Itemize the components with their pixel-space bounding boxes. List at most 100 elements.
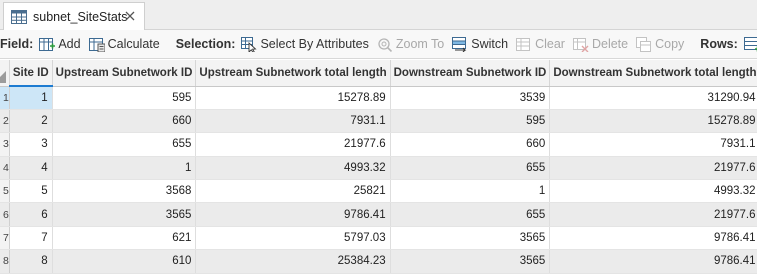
- row-number[interactable]: 3: [0, 132, 10, 157]
- calculate-field-icon: [88, 37, 105, 52]
- add-field-icon: [39, 37, 56, 51]
- downstream-length-cell[interactable]: 7931.1: [549, 132, 757, 157]
- table-row[interactable]: 3 3 655 21977.6 660 7931.1: [0, 132, 757, 157]
- row-number[interactable]: 6: [0, 202, 10, 227]
- tab-title: subnet_SiteStats: [33, 9, 128, 24]
- upstream-id-cell[interactable]: 595: [52, 86, 197, 110]
- downstream-length-cell[interactable]: 21977.6: [549, 202, 757, 227]
- clear-selection-label: Clear: [535, 37, 565, 51]
- calculate-field-button[interactable]: Calculate: [88, 37, 160, 52]
- table-row[interactable]: 7 7 621 5797.03 3565 9786.41: [0, 226, 757, 251]
- downstream-length-cell[interactable]: 15278.89: [549, 109, 757, 134]
- add-field-button[interactable]: Add: [39, 37, 81, 52]
- downstream-id-cell[interactable]: 655: [390, 156, 551, 181]
- table-header-row: Site ID Upstream Subnetwork ID Upstream …: [0, 60, 757, 87]
- table-row[interactable]: 5 5 3568 25821 1 4993.32: [0, 179, 757, 204]
- site-id-cell[interactable]: 1: [9, 86, 53, 110]
- close-icon[interactable]: [123, 9, 137, 23]
- rows-icon: [743, 36, 757, 51]
- zoom-to-label: Zoom To: [395, 37, 445, 51]
- delete-selection-label: Delete: [591, 37, 629, 51]
- select-by-attributes-icon: [241, 36, 258, 52]
- table-row[interactable]: 2 2 660 7931.1 595 15278.89: [0, 109, 757, 134]
- calculate-field-label: Calculate: [107, 37, 160, 51]
- downstream-id-cell[interactable]: 3565: [390, 226, 551, 251]
- tab-subnet-sitestats[interactable]: subnet_SiteStats: [3, 2, 145, 30]
- downstream-id-cell[interactable]: 3539: [390, 86, 551, 110]
- table-row[interactable]: 6 6 3565 9786.41 655 21977.6: [0, 202, 757, 227]
- site-id-cell[interactable]: 3: [9, 132, 53, 157]
- downstream-length-cell[interactable]: 9786.41: [549, 226, 757, 251]
- column-header-site-id[interactable]: Site ID: [9, 60, 53, 87]
- column-header-upstream-subnetwork-id[interactable]: Upstream Subnetwork ID: [52, 60, 197, 87]
- downstream-length-cell[interactable]: 21977.6: [549, 156, 757, 181]
- column-header-downstream-subnetwork-total-length[interactable]: Downstream Subnetwork total length: [549, 60, 757, 87]
- downstream-id-cell[interactable]: 595: [390, 109, 551, 134]
- column-header-upstream-subnetwork-total-length[interactable]: Upstream Subnetwork total length: [195, 60, 391, 87]
- upstream-length-cell[interactable]: 25821: [195, 179, 391, 204]
- upstream-length-cell[interactable]: 21977.6: [195, 132, 391, 157]
- downstream-length-cell[interactable]: 4993.32: [549, 179, 757, 204]
- upstream-length-cell[interactable]: 15278.89: [195, 86, 391, 110]
- table-toolbar: Field: Add Calculate Selection: Select B…: [0, 30, 757, 59]
- upstream-id-cell[interactable]: 1: [52, 156, 197, 181]
- switch-selection-label: Switch: [471, 37, 509, 51]
- column-header-downstream-subnetwork-id[interactable]: Downstream Subnetwork ID: [390, 60, 551, 87]
- upstream-id-cell[interactable]: 660: [52, 109, 197, 134]
- selection-label: Selection:: [175, 37, 236, 51]
- copy-selection-icon: [636, 36, 652, 52]
- rows-label: Rows:: [700, 37, 738, 51]
- site-id-cell[interactable]: 8: [9, 249, 53, 274]
- upstream-id-cell[interactable]: 3565: [52, 202, 197, 227]
- zoom-to-button[interactable]: Zoom To: [377, 37, 444, 52]
- upstream-id-cell[interactable]: 3568: [52, 179, 197, 204]
- row-number[interactable]: 4: [0, 156, 10, 181]
- table-row[interactable]: 8 8 610 25384.23 3565 9786.41: [0, 249, 757, 274]
- upstream-id-cell[interactable]: 655: [52, 132, 197, 157]
- add-field-label: Add: [58, 37, 81, 51]
- upstream-length-cell[interactable]: 9786.41: [195, 202, 391, 227]
- site-id-cell[interactable]: 7: [9, 226, 53, 251]
- copy-selection-button[interactable]: Copy: [636, 36, 685, 52]
- row-number[interactable]: 2: [0, 109, 10, 134]
- row-number[interactable]: 1: [0, 86, 10, 110]
- downstream-id-cell[interactable]: 655: [390, 202, 551, 227]
- upstream-id-cell[interactable]: 610: [52, 249, 197, 274]
- switch-selection-icon: [452, 36, 467, 52]
- row-number[interactable]: 7: [0, 226, 10, 251]
- downstream-length-cell[interactable]: 31290.94: [549, 86, 757, 110]
- upstream-length-cell[interactable]: 7931.1: [195, 109, 391, 134]
- zoom-to-icon: [378, 37, 392, 52]
- select-by-attributes-label: Select By Attributes: [260, 37, 369, 51]
- rows-menu-button[interactable]: [743, 36, 757, 52]
- select-all-triangle-icon: [0, 70, 6, 83]
- table-row[interactable]: 4 4 1 4993.32 655 21977.6: [0, 156, 757, 181]
- site-id-cell[interactable]: 4: [9, 156, 53, 181]
- downstream-id-cell[interactable]: 1: [390, 179, 551, 204]
- upstream-length-cell[interactable]: 25384.23: [195, 249, 391, 274]
- delete-selection-button[interactable]: Delete: [572, 37, 629, 52]
- downstream-id-cell[interactable]: 3565: [390, 249, 551, 274]
- downstream-length-cell[interactable]: 9786.41: [549, 249, 757, 274]
- site-id-cell[interactable]: 2: [9, 109, 53, 134]
- select-by-attributes-button[interactable]: Select By Attributes: [241, 36, 369, 52]
- tab-strip: subnet_SiteStats: [0, 0, 757, 30]
- table-icon: [11, 9, 27, 24]
- downstream-id-cell[interactable]: 660: [390, 132, 551, 157]
- upstream-id-cell[interactable]: 621: [52, 226, 197, 251]
- select-all-corner[interactable]: [0, 60, 10, 87]
- delete-selection-icon: [572, 37, 589, 52]
- upstream-length-cell[interactable]: 5797.03: [195, 226, 391, 251]
- clear-selection-icon: [516, 37, 531, 51]
- clear-selection-button[interactable]: Clear: [516, 37, 565, 52]
- row-number[interactable]: 8: [0, 249, 10, 274]
- table-row[interactable]: 1 1 595 15278.89 3539 31290.94: [0, 86, 757, 110]
- field-label: Field:: [0, 37, 34, 51]
- site-id-cell[interactable]: 5: [9, 179, 53, 204]
- attribute-table: Site ID Upstream Subnetwork ID Upstream …: [0, 60, 757, 278]
- copy-selection-label: Copy: [655, 37, 685, 51]
- site-id-cell[interactable]: 6: [9, 202, 53, 227]
- upstream-length-cell[interactable]: 4993.32: [195, 156, 391, 181]
- row-number[interactable]: 5: [0, 179, 10, 204]
- switch-selection-button[interactable]: Switch: [452, 36, 509, 52]
